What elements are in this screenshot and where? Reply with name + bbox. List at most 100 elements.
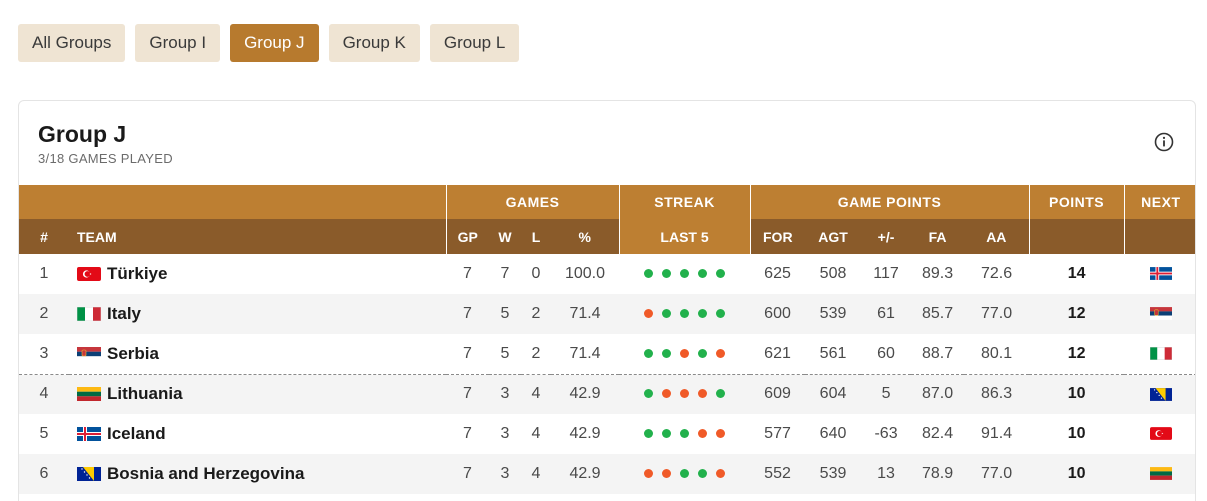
iceland-flag-icon xyxy=(77,426,101,441)
l-cell: 2 xyxy=(531,344,541,362)
points-cell: 12 xyxy=(1067,344,1086,362)
rank-cell: 1 xyxy=(39,265,49,282)
agt-cell: 604 xyxy=(805,373,862,414)
table-row[interactable]: 4 Lithuania 7 3 4 42.9 609 604 5 87.0 86… xyxy=(19,373,1195,414)
table-row[interactable]: 1 Türkiye 7 7 0 100.0 625 508 117 89.3 7… xyxy=(19,254,1195,294)
header-next: NEXT xyxy=(1123,185,1195,219)
next-cell[interactable] xyxy=(1124,334,1195,374)
points-cell: 10 xyxy=(1029,454,1125,494)
streak-loss-dot xyxy=(662,389,672,399)
table-row[interactable]: 5 Iceland 7 3 4 42.9 577 640 -63 82.4 91… xyxy=(19,414,1195,454)
rank-cell: 6 xyxy=(19,454,69,494)
col-fa: FA xyxy=(911,219,965,254)
aa-cell: 77.0 xyxy=(964,294,1030,334)
group-tabs: All Groups Group I Group J Group K Group… xyxy=(18,24,529,62)
pct-cell: 42.9 xyxy=(551,454,620,494)
for-cell: 600 xyxy=(750,294,806,334)
diff-cell: 60 xyxy=(877,344,895,362)
table-row[interactable]: 2 Italy 7 5 2 71.4 600 539 61 85.7 77.0 … xyxy=(19,294,1195,334)
aa-cell: 91.4 xyxy=(980,425,1013,442)
l-cell: 0 xyxy=(531,265,541,282)
tab-group-k[interactable]: Group K xyxy=(328,24,420,62)
aa-cell: 72.6 xyxy=(980,265,1013,282)
for-cell: 625 xyxy=(764,265,791,282)
gp-cell: 7 xyxy=(446,373,489,414)
next-cell[interactable] xyxy=(1124,373,1195,414)
fa-cell: 82.4 xyxy=(921,425,954,442)
agt-cell: 640 xyxy=(819,425,847,442)
tab-group-l[interactable]: Group L xyxy=(429,24,520,62)
last5-cell xyxy=(619,294,751,334)
streak-dots xyxy=(644,269,726,278)
points-cell: 10 xyxy=(1029,373,1125,414)
team-cell[interactable]: Türkiye xyxy=(69,254,446,294)
col-gp: GP xyxy=(445,219,489,254)
fa-cell: 78.9 xyxy=(911,454,965,494)
gp-cell: 7 xyxy=(446,294,489,334)
table-row[interactable]: 6 Bosnia and Herzegovina 7 3 4 42.9 552 … xyxy=(19,454,1195,494)
last5-cell xyxy=(619,254,750,294)
next-italy-flag-icon[interactable] xyxy=(1149,346,1172,361)
standings-card: Group J 3/18 GAMES PLAYED GAMES STREAK G… xyxy=(18,100,1196,501)
team-name[interactable]: Serbia xyxy=(107,344,159,363)
next-cell[interactable] xyxy=(1124,414,1195,454)
rank-cell: 5 xyxy=(39,425,49,442)
team-cell[interactable]: Italy xyxy=(69,294,446,334)
fa-cell: 87.0 xyxy=(911,373,965,414)
aa-cell: 86.3 xyxy=(964,373,1030,414)
gp-cell: 7 xyxy=(463,265,472,282)
tab-all-groups[interactable]: All Groups xyxy=(18,24,126,62)
streak-win-dot xyxy=(698,309,708,318)
team-cell[interactable]: Lithuania xyxy=(69,373,446,414)
team-cell[interactable]: Bosnia and Herzegovina xyxy=(69,454,446,494)
aa-cell: 80.1 xyxy=(980,344,1013,362)
pct-cell: 71.4 xyxy=(551,294,620,334)
pct-cell: 42.9 xyxy=(551,373,620,414)
team-name[interactable]: Bosnia and Herzegovina xyxy=(107,464,304,483)
next-iceland-flag-icon[interactable] xyxy=(1149,267,1172,281)
turkey-flag-icon xyxy=(77,266,101,281)
next-cell[interactable] xyxy=(1124,454,1195,494)
l-cell: 4 xyxy=(531,425,541,442)
team-cell[interactable]: Serbia xyxy=(69,334,446,374)
streak-win-dot xyxy=(716,309,726,318)
streak-win-dot xyxy=(698,269,708,278)
streak-loss-dot xyxy=(716,348,726,358)
team-name[interactable]: Italy xyxy=(107,304,141,323)
gp-cell: 7 xyxy=(446,454,489,494)
team-cell[interactable]: Iceland xyxy=(69,414,446,454)
points-cell: 10 xyxy=(1067,425,1086,442)
bosnia-flag-icon xyxy=(77,466,101,481)
info-icon[interactable] xyxy=(1154,132,1174,152)
streak-win-dot xyxy=(644,389,654,399)
next-cell[interactable] xyxy=(1124,294,1195,334)
last5-cell xyxy=(619,373,751,414)
team-name[interactable]: Lithuania xyxy=(107,384,183,403)
points-cell: 14 xyxy=(1067,265,1086,282)
streak-win-dot xyxy=(716,269,726,278)
next-cell[interactable] xyxy=(1124,254,1195,294)
agt-cell: 508 xyxy=(819,265,847,282)
table-row[interactable]: 3 Serbia 7 5 2 71.4 621 561 60 88.7 80.1… xyxy=(19,334,1195,374)
tab-group-j[interactable]: Group J xyxy=(230,24,319,62)
next-lithuania-flag-icon[interactable] xyxy=(1149,467,1172,481)
next-serbia-flag-icon[interactable] xyxy=(1149,307,1172,321)
gp-cell: 7 xyxy=(463,344,472,362)
col-points xyxy=(1028,219,1125,254)
streak-win-dot xyxy=(662,269,672,278)
streak-win-dot xyxy=(644,348,654,358)
team-name[interactable]: Türkiye xyxy=(107,264,167,283)
streak-win-dot xyxy=(680,309,690,318)
agt-cell: 561 xyxy=(819,344,847,362)
streak-win-dot xyxy=(716,389,726,399)
col-for: FOR xyxy=(749,219,806,254)
next-bosnia-flag-icon[interactable] xyxy=(1149,387,1172,401)
w-cell: 5 xyxy=(489,294,521,334)
tab-group-i[interactable]: Group I xyxy=(135,24,221,62)
next-turkey-flag-icon[interactable] xyxy=(1149,427,1172,441)
l-cell: 4 xyxy=(521,373,551,414)
serbia-flag-icon xyxy=(77,346,101,361)
w-cell: 3 xyxy=(489,454,521,494)
w-cell: 5 xyxy=(500,344,510,362)
team-name[interactable]: Iceland xyxy=(107,424,166,443)
